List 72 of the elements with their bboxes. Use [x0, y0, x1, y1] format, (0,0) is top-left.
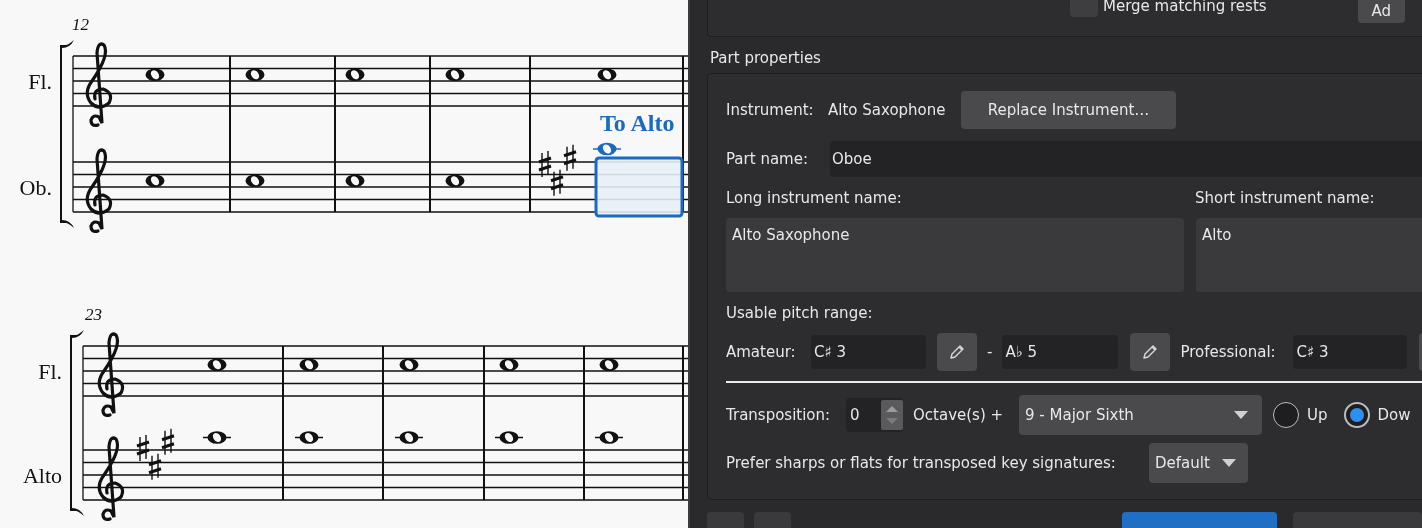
measure-selection[interactable]	[594, 156, 684, 218]
sharp-icon	[549, 169, 565, 197]
key-dropdown[interactable]: Default	[1149, 443, 1248, 483]
sharp-icon	[147, 453, 163, 481]
sharp-icon	[537, 150, 553, 178]
whole-note[interactable]	[245, 174, 265, 188]
whole-note[interactable]	[145, 68, 165, 82]
pitch-field[interactable]: C♯ 3	[1293, 335, 1408, 369]
pitch-field[interactable]: A♭ 5	[1002, 335, 1119, 369]
treble-clef-icon	[97, 436, 125, 522]
field-label: Professional:	[1180, 341, 1277, 363]
whole-note[interactable]	[399, 358, 419, 372]
field-label: Amateur:	[726, 341, 797, 363]
whole-note[interactable]	[294, 431, 324, 444]
spin-arrows-icon	[881, 400, 903, 430]
treble-clef-icon	[97, 332, 125, 418]
staff-text[interactable]: To Alto	[600, 110, 675, 136]
treble-clef-icon	[85, 42, 113, 128]
whole-note[interactable]	[597, 68, 617, 82]
whole-note[interactable]	[207, 358, 227, 372]
instrument-value: Alto Saxophone	[828, 99, 947, 121]
interval-dropdown[interactable]: 9 - Major Sixth	[1019, 395, 1262, 435]
pencil-icon	[948, 343, 966, 361]
whole-note[interactable]	[445, 68, 465, 82]
whole-note[interactable]	[299, 358, 319, 372]
caret-icon	[1234, 411, 1248, 419]
pencil-button[interactable]	[937, 333, 977, 371]
measure-number: 23	[85, 305, 102, 324]
field-label: Transposition:	[726, 404, 832, 426]
pencil-button[interactable]	[1130, 333, 1171, 371]
whole-note[interactable]	[145, 174, 165, 188]
measure-number: 12	[72, 15, 89, 34]
whole-note[interactable]	[245, 68, 265, 82]
whole-note[interactable]	[599, 358, 619, 372]
whole-note[interactable]	[499, 358, 519, 372]
whole-note[interactable]	[345, 174, 365, 188]
short-name-field[interactable]: Alto	[1196, 218, 1422, 292]
whole-note[interactable]	[202, 431, 232, 444]
field-label: Long instrument name:	[726, 187, 903, 209]
long-name-field[interactable]: Alto Saxophone	[726, 218, 1184, 292]
sharp-icon	[562, 144, 578, 172]
field-label: Prefer sharps or flats for transposed key signatures:	[726, 452, 1117, 474]
instrument-name: Fl.	[28, 69, 52, 94]
whole-note[interactable]	[445, 174, 465, 188]
radio-label: Dow	[1377, 404, 1411, 426]
whole-note[interactable]	[345, 68, 365, 82]
pitch-field[interactable]: C♯ 3	[811, 335, 926, 369]
radio-button[interactable]	[1273, 402, 1299, 428]
checkbox-label: Merge matching rests	[1103, 0, 1267, 15]
button[interactable]: Ad	[1357, 0, 1406, 23]
caret-icon	[1222, 459, 1236, 467]
range-dash: -	[987, 341, 993, 363]
field-label: Octave(s) +	[913, 404, 1005, 426]
instrument-name: Ob.	[19, 175, 52, 200]
instrument-name: Fl.	[38, 359, 62, 384]
instrument-name: Alto	[22, 463, 62, 488]
sharp-icon	[135, 434, 151, 462]
octave-spinbox[interactable]: 0	[846, 398, 903, 432]
radio-label: Up	[1307, 404, 1328, 426]
replace-instrument-button[interactable]: Replace Instrument…	[961, 91, 1176, 129]
section-title: Part properties	[709, 48, 821, 68]
field-label: Instrument:	[726, 99, 815, 121]
field-label: Short instrument name:	[1195, 187, 1375, 209]
section-label: Usable pitch range:	[726, 303, 873, 323]
treble-clef-icon	[85, 148, 113, 234]
whole-note[interactable]	[594, 431, 624, 444]
part-name-field[interactable]: Oboe	[830, 141, 1422, 177]
radio-button[interactable]	[1343, 402, 1370, 428]
sharp-icon	[160, 428, 176, 456]
field-label: Part name:	[726, 148, 809, 170]
whole-note[interactable]	[494, 431, 524, 444]
whole-note[interactable]	[394, 431, 424, 444]
